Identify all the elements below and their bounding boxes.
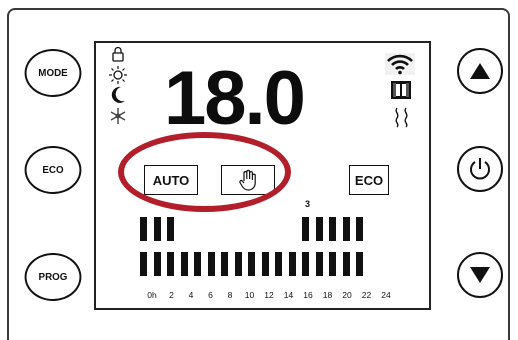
hour-label: 16: [303, 290, 313, 300]
program-bar-bottom: [140, 252, 147, 276]
time-marker: 3: [305, 199, 311, 209]
program-bar-top: [356, 217, 363, 241]
hour-label: 8: [227, 290, 233, 300]
program-bar-bottom: [194, 252, 201, 276]
wifi-icon: [385, 53, 415, 75]
hour-label: 22: [361, 290, 372, 300]
program-bar-top: [302, 217, 309, 241]
temperature-display: 18.0: [164, 56, 306, 141]
snowflake-icon: [110, 108, 126, 124]
program-bar-bottom: [288, 252, 296, 276]
up-arrow-icon: [470, 63, 490, 79]
hour-label: 0h: [147, 290, 157, 300]
program-bar-bottom: [356, 252, 363, 276]
program-bar-bottom: [180, 252, 188, 276]
program-bar-top: [329, 217, 336, 241]
heat-icon: [395, 107, 408, 128]
prog-button[interactable]: PROG: [24, 253, 82, 301]
program-bar-bottom: [329, 252, 336, 276]
hour-label: 10: [244, 290, 255, 300]
auto-mode-indicator: AUTO: [144, 165, 198, 195]
mode-button-label: MODE: [38, 67, 68, 79]
mode-button[interactable]: MODE: [24, 49, 82, 97]
eco-mode-indicator: ECO: [349, 165, 389, 195]
eco-indicator-label: ECO: [354, 172, 384, 188]
lcd-screen: 18.0 AUTO ECO 3 0h 2 4 6 8 10 12 14 16 1…: [94, 41, 431, 310]
program-bar-bottom: [221, 252, 228, 276]
eco-button[interactable]: ECO: [24, 146, 82, 194]
hour-label: 14: [283, 290, 294, 300]
hour-label: 20: [342, 290, 352, 300]
hour-label: 6: [208, 290, 213, 300]
eco-button-label: ECO: [42, 164, 64, 176]
program-bar-bottom: [315, 252, 323, 276]
program-bar-bottom: [275, 252, 282, 276]
power-button[interactable]: [457, 146, 503, 192]
window-icon: [391, 81, 411, 99]
hand-icon: [239, 169, 256, 191]
program-bar-bottom: [342, 252, 350, 276]
moon-icon: [111, 86, 125, 103]
program-bar-bottom: [248, 252, 255, 276]
program-bar-bottom: [207, 252, 215, 276]
auto-label: AUTO: [152, 172, 190, 188]
down-button[interactable]: [457, 252, 503, 298]
hour-label: 24: [381, 290, 391, 300]
program-bar-top: [153, 217, 161, 241]
program-bar-bottom: [302, 252, 309, 276]
hour-label: 2: [169, 290, 174, 300]
hour-label: 4: [188, 290, 194, 300]
program-bar-top: [315, 217, 323, 241]
program-bar-top: [167, 217, 174, 241]
manual-mode-indicator: [221, 165, 275, 195]
program-bar-bottom: [234, 252, 242, 276]
program-bar-bottom: [261, 252, 269, 276]
program-bar-bottom: [167, 252, 174, 276]
lock-icon: [112, 46, 124, 62]
power-icon: [470, 158, 490, 180]
program-bar-top: [342, 217, 350, 241]
hour-label: 12: [264, 290, 274, 300]
hour-label: 18: [322, 290, 333, 300]
up-button[interactable]: [457, 48, 503, 94]
sun-icon: [109, 66, 127, 84]
prog-button-label: PROG: [38, 271, 68, 283]
down-arrow-icon: [470, 267, 490, 283]
program-bar-bottom: [153, 252, 161, 276]
program-bar-top: [140, 217, 147, 241]
